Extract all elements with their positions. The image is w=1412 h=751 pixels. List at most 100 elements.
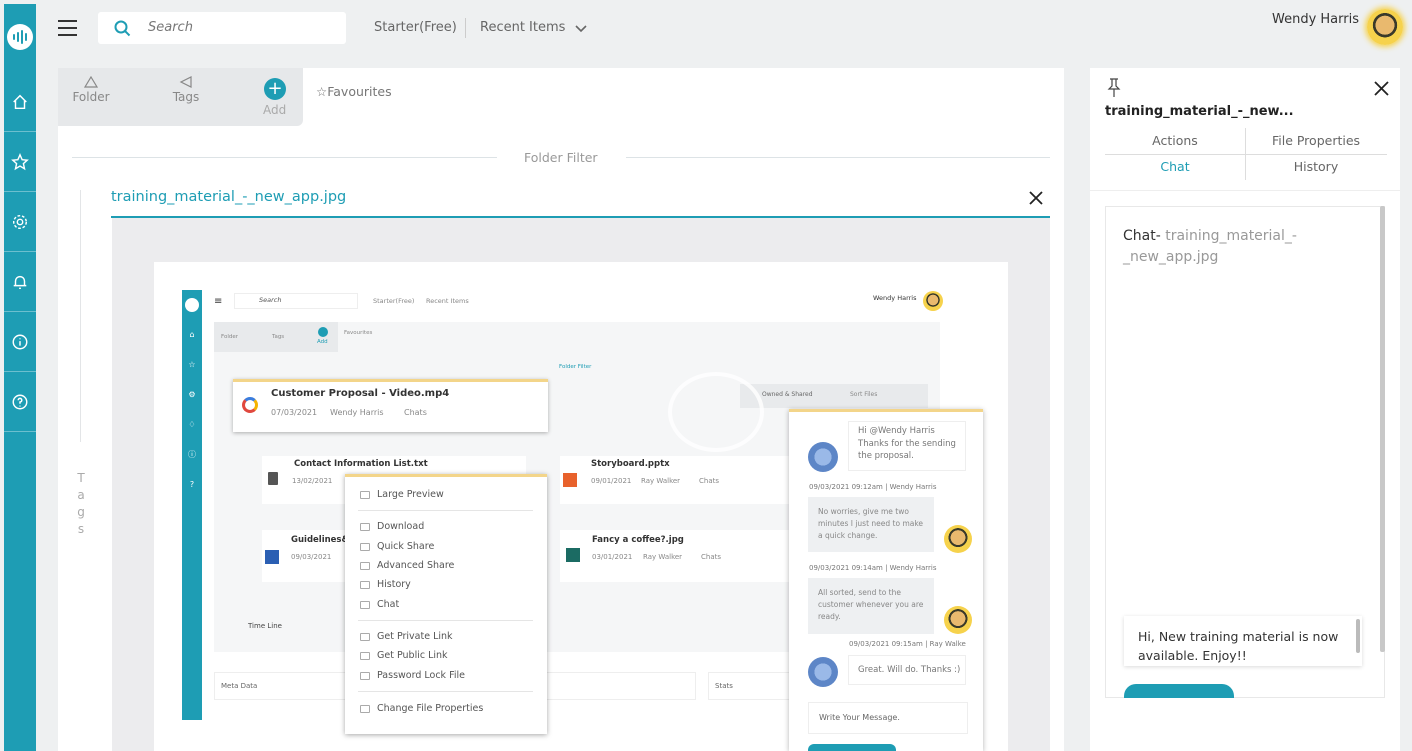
menu-quick-share: Quick Share xyxy=(377,541,435,552)
inner-sort: Sort Files xyxy=(850,391,878,398)
add-label: Add xyxy=(263,103,287,117)
close-preview-icon[interactable] xyxy=(1028,190,1044,206)
menu-change-properties: Change File Properties xyxy=(377,703,484,714)
inner-rail: ⌂ ☆ ⚙ ♢ ⓘ? xyxy=(182,290,202,720)
play-overlay-icon xyxy=(668,372,764,452)
history-icon xyxy=(360,581,370,589)
favourites-label: Favourites xyxy=(327,84,392,99)
folder-label: Folder xyxy=(72,90,110,104)
add-icon[interactable]: + xyxy=(264,78,286,100)
recent-items-dropdown[interactable]: Recent Items xyxy=(480,20,565,35)
card-user: Wendy Harris xyxy=(330,408,384,417)
close-panel-icon[interactable] xyxy=(1374,81,1389,96)
chevron-down-icon[interactable] xyxy=(575,25,587,33)
settings-gear-icon[interactable] xyxy=(4,192,36,252)
advanced-share-icon xyxy=(360,562,370,570)
text-file-icon xyxy=(268,472,278,485)
lock-icon xyxy=(360,672,370,680)
inner-send-button xyxy=(808,744,896,751)
user-avatar[interactable] xyxy=(1367,9,1403,45)
home-icon[interactable] xyxy=(4,72,36,132)
tags-filter-button[interactable]: Tags xyxy=(168,76,204,104)
card-title: Fancy a coffee?.jpg xyxy=(592,535,684,545)
inner-folder: Folder xyxy=(221,334,238,340)
hamburger-menu-icon[interactable] xyxy=(58,20,77,36)
divider xyxy=(80,190,81,442)
video-file-icon xyxy=(242,397,258,413)
divider xyxy=(72,157,497,158)
menu-chat: Chat xyxy=(377,599,400,610)
inner-avatar xyxy=(923,291,943,311)
chat-avatar xyxy=(944,606,972,634)
chat-avatar xyxy=(808,657,838,687)
help-icon[interactable] xyxy=(4,372,36,432)
divider xyxy=(626,157,1050,158)
chat-message-text: Hi, New training material is now availab… xyxy=(1138,629,1339,663)
triangle-icon xyxy=(84,76,98,88)
chat-message-input[interactable]: Hi, New training material is now availab… xyxy=(1124,616,1362,666)
card-title: Storyboard.pptx xyxy=(591,459,670,469)
tab-actions[interactable]: Actions xyxy=(1105,133,1245,148)
inner-plan: Starter(Free) xyxy=(373,297,415,305)
pptx-icon xyxy=(563,473,577,487)
card-date: 13/02/2021 xyxy=(292,477,333,485)
word-file-icon xyxy=(265,550,279,564)
preview-file-name: training_material_-_new_app.jpg xyxy=(111,189,347,205)
card-title: Guidelines&t xyxy=(291,535,353,545)
side-panel-title: training_material_-_new... xyxy=(1105,104,1294,119)
card-date: 09/01/2021 xyxy=(591,477,632,485)
search-input[interactable]: Search xyxy=(98,12,346,44)
tab-chat[interactable]: Chat xyxy=(1105,159,1245,174)
chat-avatar xyxy=(808,442,838,472)
inner-tags: Tags xyxy=(272,334,285,340)
divider xyxy=(465,18,466,38)
chat-heading: Chat- training_material_- _new_app.jpg xyxy=(1123,226,1353,268)
menu-password-lock: Password Lock File xyxy=(377,670,465,681)
inner-message-input: Write Your Message. xyxy=(808,702,968,734)
user-name[interactable]: Wendy Harris xyxy=(1272,12,1359,27)
chat-message: No worries, give me two minutes I just n… xyxy=(818,507,924,540)
plan-label[interactable]: Starter(Free) xyxy=(374,20,457,35)
inner-rail-icons: ⌂ ☆ ⚙ ♢ ⓘ? xyxy=(188,330,196,489)
card-user: Ray Walker xyxy=(643,553,683,561)
inner-timeline: Time Line xyxy=(248,622,282,630)
star-icon[interactable] xyxy=(4,132,36,192)
info-icon[interactable] xyxy=(4,312,36,372)
chat-message: Hi @Wendy Harris Thanks for the sending … xyxy=(858,426,956,461)
menu-public-link: Get Public Link xyxy=(377,650,448,661)
tab-history[interactable]: History xyxy=(1246,159,1386,174)
send-button[interactable] xyxy=(1124,684,1234,698)
card-chats: Chats xyxy=(701,553,722,561)
card-date: 09/03/2021 xyxy=(291,553,332,561)
menu-download: Download xyxy=(377,521,425,532)
inner-favourites: Favourites xyxy=(344,330,373,336)
search-placeholder: Search xyxy=(148,20,193,35)
card-chats: Chats xyxy=(404,408,427,417)
download-icon xyxy=(360,523,370,531)
public-link-icon xyxy=(360,652,370,660)
chat-file-name: training_material_- xyxy=(1165,228,1297,244)
divider xyxy=(1105,154,1387,155)
app-logo-icon[interactable] xyxy=(7,24,33,50)
chat-message: All sorted, send to the customer wheneve… xyxy=(818,588,924,621)
menu-advanced-share: Advanced Share xyxy=(377,560,455,571)
input-scrollbar[interactable] xyxy=(1356,619,1360,653)
tab-file-properties[interactable]: File Properties xyxy=(1246,133,1386,148)
tags-vertical-label: Tags xyxy=(77,471,85,536)
inner-add-icon xyxy=(318,327,328,337)
card-user: Ray Walker xyxy=(641,477,681,485)
inner-hamburger-icon: ≡ xyxy=(214,296,223,307)
pin-icon[interactable] xyxy=(1107,78,1121,98)
star-outline-icon: ☆ xyxy=(316,84,328,99)
card-title: Customer Proposal - Video.mp4 xyxy=(271,388,450,399)
inner-add: Add xyxy=(317,339,328,345)
divider xyxy=(358,691,533,692)
divider xyxy=(358,510,533,511)
inner-context-menu xyxy=(345,474,547,734)
left-nav-rail xyxy=(4,4,36,751)
chat-scrollbar[interactable] xyxy=(1380,206,1385,652)
folder-filter-button[interactable]: Folder xyxy=(72,76,110,104)
inner-shared: Owned & Shared xyxy=(762,391,813,398)
favourites-button[interactable]: ☆Favourites xyxy=(316,84,392,99)
bell-icon[interactable] xyxy=(4,252,36,312)
